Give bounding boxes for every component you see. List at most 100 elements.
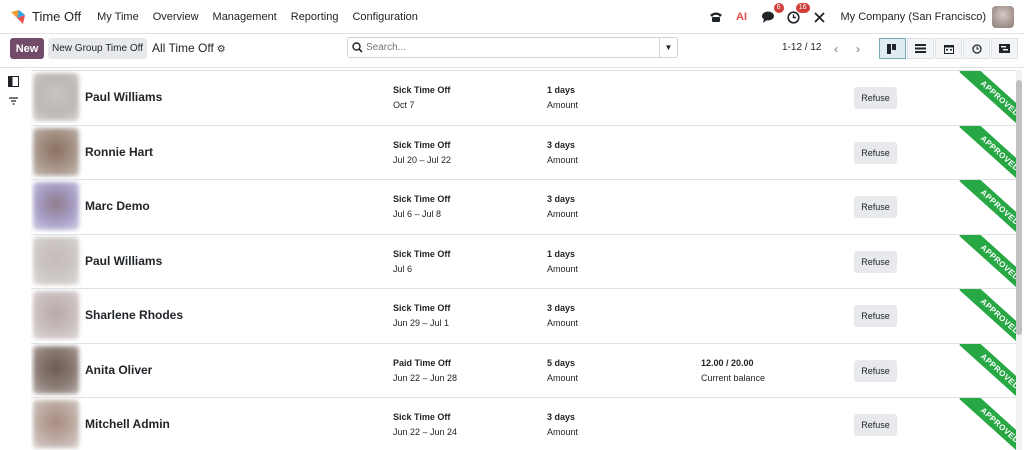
employee-name: Sharlene Rhodes [85,308,184,322]
search-bar: ▼ [347,37,678,58]
duration-value: 3 days [547,412,576,422]
duration-label: Amount [547,427,579,437]
status-badge: APPROVED [959,234,1016,288]
side-panel-toggles [0,68,30,450]
filter-icon[interactable] [8,96,20,108]
new-button[interactable]: New [10,38,44,59]
menu-reporting[interactable]: Reporting [291,11,339,23]
page-title: All Time Off [152,41,214,55]
control-panel: New New Group Time Off All Time Off⚙ ▼ 1… [0,34,1024,68]
employee-name: Anita Oliver [85,362,153,377]
time-off-card[interactable]: Paul Williams Sick Time Off Jul 6 1 days Amo… [31,233,1016,288]
leave-type: Sick Time Off [393,85,451,95]
gantt-view-icon[interactable] [991,38,1018,59]
leave-dates: Jun 22 – Jun 28 [393,372,458,383]
leave-type: Sick Time Off [393,139,451,150]
list-view-icon[interactable] [907,38,934,59]
scrollbar[interactable] [1016,70,1022,450]
duration-label: Amount [547,318,579,328]
top-navbar: Time Off My Time Overview Management Rep… [0,0,1024,34]
scrollbar-thumb[interactable] [1016,80,1022,335]
menu-my-time[interactable]: My Time [97,11,139,23]
status-ribbon: APPROVED [946,71,1016,124]
user-avatar[interactable] [992,6,1014,28]
caret-down-icon[interactable]: ▼ [659,38,677,57]
activity-badge: 16 [795,3,810,13]
search-icon [348,42,366,53]
status-badge: APPROVED [959,125,1016,179]
duration-label: Amount [547,209,579,219]
chat-icon[interactable]: 6 [759,3,784,26]
leave-dates: Jun 29 – Jul 1 [393,318,450,328]
avatar [33,73,79,121]
time-off-card[interactable]: Sharlene Rhodes Sick Time Off Jun 29 – Jul… [31,288,1016,342]
duration-label: Amount [547,154,579,165]
calendar-view-icon[interactable] [935,38,962,59]
avatar [33,345,79,394]
duration-value: 1 days [547,85,576,95]
breadcrumb: All Time Off ⚙ [152,41,226,55]
kanban-view-icon[interactable] [879,38,906,59]
menu-management[interactable]: Management [213,11,277,23]
time-off-card[interactable]: Paul Williams Sick Time Off Oct 7 1 days Amo… [31,70,1016,124]
avatar [33,400,79,448]
refuse-button[interactable]: Refuse [854,141,897,164]
time-off-card[interactable]: Marc Demo Sick Time Off Jul 6 – Jul 8 3 day… [31,179,1016,233]
leave-type: Sick Time Off [393,194,451,204]
time-off-card[interactable]: Ronnie Hart Sick Time Off Jul 20 – Jul 22 3… [31,124,1016,179]
time-off-card[interactable]: Anita Oliver Paid Time Off Jun 22 – Jun 28… [31,342,1016,397]
phone-icon[interactable] [707,8,725,26]
refuse-button[interactable]: Refuse [854,250,897,273]
status-ribbon: APPROVED [946,234,1016,288]
leave-dates: Oct 7 [393,100,415,110]
view-switcher [879,38,1019,59]
refuse-button[interactable]: Refuse [854,359,897,382]
search-input[interactable] [366,42,659,53]
duration-value: 5 days [547,357,576,368]
refuse-button[interactable]: Refuse [854,305,897,327]
employee-name: Mitchell Admin [85,417,170,431]
leave-dates: Jul 20 – Jul 22 [393,154,452,165]
menu-configuration[interactable]: Configuration [352,11,417,23]
employee-name: Paul Williams [85,253,163,268]
tools-icon[interactable] [811,8,829,26]
new-group-time-off-button[interactable]: New Group Time Off [48,38,147,59]
sidebar-toggle-icon[interactable] [8,76,20,88]
duration-label: Amount [547,100,579,110]
systray: AI 6 16 My Company (San Francisco) [699,0,987,34]
duration-value: 3 days [547,303,576,313]
gear-icon[interactable]: ⚙ [217,44,226,55]
status-ribbon: APPROVED [946,125,1016,179]
leave-type: Sick Time Off [393,412,451,422]
status-badge: APPROVED [959,289,1016,342]
refuse-button[interactable]: Refuse [854,87,897,109]
status-badge: APPROVED [959,343,1016,397]
clock-icon[interactable]: 16 [785,3,810,26]
activity-view-icon[interactable] [963,38,990,59]
duration-label: Amount [547,263,579,274]
balance-value: 12.00 / 20.00 [701,357,754,368]
chevron-left-icon[interactable]: ‹ [826,38,846,59]
employee-name: Paul Williams [85,90,163,104]
status-ribbon: APPROVED [946,398,1016,450]
time-off-card[interactable]: Mitchell Admin Sick Time Off Jun 22 – Jun … [31,397,1016,450]
app-brand[interactable]: Time Off [10,9,81,25]
leave-type: Sick Time Off [393,303,451,313]
refuse-button[interactable]: Refuse [854,196,897,218]
leave-dates: Jul 6 – Jul 8 [393,209,442,219]
ai-icon[interactable]: AI [733,8,751,26]
menu-overview[interactable]: Overview [153,11,199,23]
avatar [33,291,79,339]
duration-value: 3 days [547,194,576,204]
refuse-button[interactable]: Refuse [854,414,897,436]
leave-dates: Jul 6 [393,263,413,274]
avatar [33,182,79,230]
duration-value: 3 days [547,139,576,150]
leave-dates: Jun 22 – Jun 24 [393,427,458,437]
chevron-right-icon[interactable]: › [848,38,868,59]
avatar [33,236,79,285]
leave-type: Paid Time Off [393,357,451,368]
company-switcher[interactable]: My Company (San Francisco) [841,11,987,23]
pager-value[interactable]: 1-12 / 12 [782,42,821,53]
status-ribbon: APPROVED [946,180,1016,233]
